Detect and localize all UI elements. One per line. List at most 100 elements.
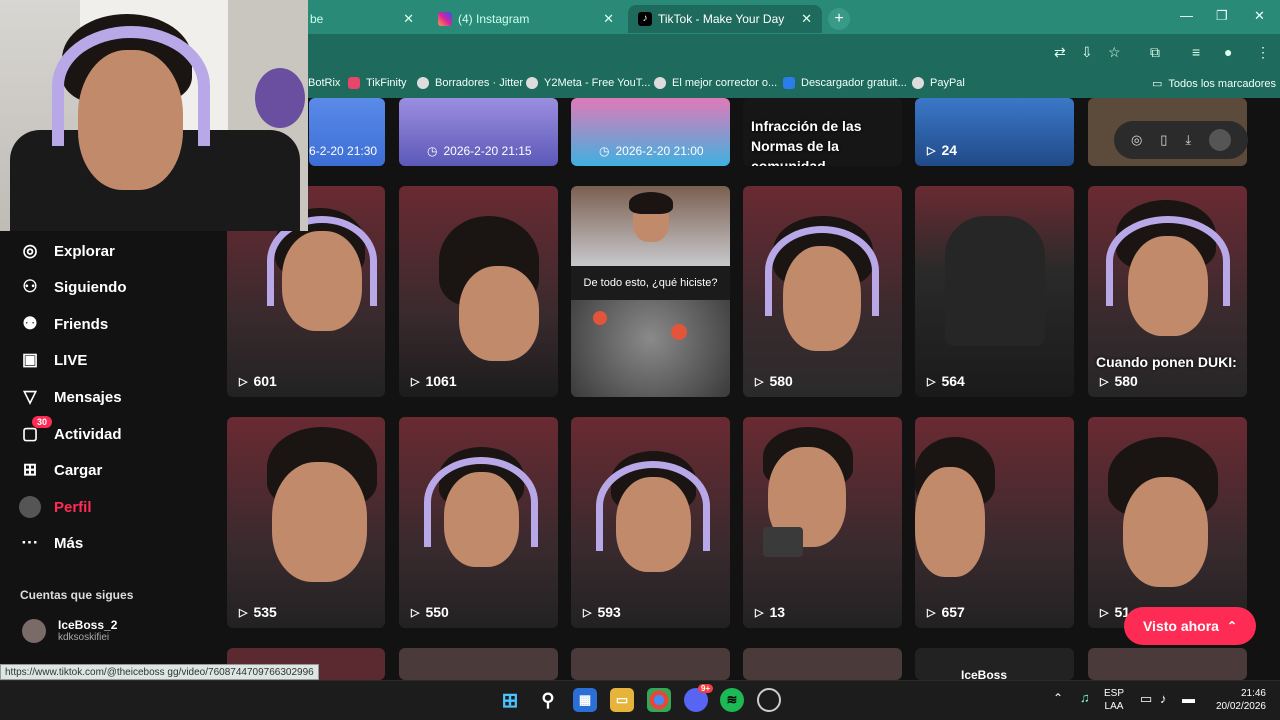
discord-icon[interactable]: 9+ — [684, 684, 714, 712]
video-thumb[interactable]: Cuando ponen DUKI: ▷ 580 — [1088, 186, 1247, 397]
video-thumb[interactable] — [1088, 648, 1247, 680]
video-thumb[interactable]: ▷ 535 — [227, 417, 385, 628]
bookmark-corrector[interactable]: El mejor corrector o... — [654, 77, 777, 89]
video-preview-popup[interactable]: De todo esto, ¿qué hiciste? ▷2756 — [571, 186, 730, 397]
restore-icon[interactable]: ❐ — [1216, 8, 1228, 24]
video-thumb[interactable]: ▷ 51 — [1088, 417, 1247, 628]
minimize-icon[interactable]: — — [1180, 8, 1193, 23]
gengar-figure — [255, 68, 305, 128]
store-icon[interactable]: ▦ — [573, 688, 597, 712]
messages-icon: ▽ — [23, 387, 37, 406]
view-count: ▷ 1061 — [411, 373, 457, 389]
video-thumb[interactable]: ▷ 580 — [743, 186, 902, 397]
network-icon[interactable]: ▭ — [1140, 692, 1152, 705]
video-date: 2026-2-20 21:30 — [309, 144, 378, 158]
profile-icon[interactable]: ● — [1224, 44, 1232, 60]
sidebar-item-live[interactable]: ▣ LIVE — [18, 345, 87, 375]
video-thumb[interactable]: ▷ 550 — [399, 417, 558, 628]
avatar — [22, 618, 46, 643]
video-thumb[interactable]: ▷ 593 — [571, 417, 730, 628]
view-count: ▷ 593 — [583, 604, 621, 620]
video-thumb[interactable] — [743, 648, 902, 680]
view-count: ▷ 535 — [239, 604, 277, 620]
video-thumb[interactable]: ◷ 2026-2-20 21:00 — [571, 98, 730, 166]
clock[interactable]: 21:46 20/02/2026 — [1208, 687, 1266, 713]
star-icon[interactable]: ☆ — [1108, 44, 1121, 61]
play-icon: ▷ — [239, 375, 248, 388]
video-thumb[interactable]: ▷ 24 — [915, 98, 1074, 166]
spotify-icon[interactable]: ≋ — [720, 688, 744, 712]
chevron-up-icon[interactable]: ⌃ — [1053, 692, 1063, 705]
tab-tiktok[interactable]: ♪ TikTok - Make Your Day ✕ — [628, 5, 822, 33]
instagram-icon — [438, 12, 452, 26]
play-icon: ▷ — [927, 375, 936, 388]
video-thumb[interactable]: ▷ 564 — [915, 186, 1074, 397]
floating-toolbar: ◎ ▯ ⤓ — [1114, 121, 1248, 159]
view-count: ▷ 24 — [927, 142, 958, 158]
bookmark-tikfinity[interactable]: TikFinity — [348, 77, 407, 89]
obs-icon[interactable] — [757, 688, 781, 712]
bookmark-descargador[interactable]: Descargador gratuit... — [783, 77, 907, 89]
sidebar-item-friends[interactable]: ⚉ Friends — [18, 309, 108, 339]
sidebar-item-cargar[interactable]: ⊞ Cargar — [18, 455, 102, 485]
clock-icon: ◷ — [427, 144, 438, 158]
video-thumb[interactable] — [399, 648, 558, 680]
tab-label: TikTok - Make Your Day — [658, 12, 785, 26]
bookmark-y2meta[interactable]: Y2Meta - Free YouT... — [526, 77, 650, 89]
extensions-icon[interactable]: ⧉ — [1150, 44, 1160, 61]
search-icon[interactable]: ⚲ — [536, 688, 560, 712]
device-icon[interactable]: ▯ — [1160, 132, 1167, 148]
video-thumb[interactable]: ◷ 2026-2-20 21:15 — [399, 98, 558, 166]
translate-icon[interactable]: ⇄ — [1054, 44, 1066, 61]
tab-youtube[interactable]: be ✕ — [300, 5, 424, 33]
new-tab-button[interactable]: + — [828, 8, 850, 30]
play-icon: ▷ — [927, 144, 936, 157]
close-icon[interactable]: ✕ — [603, 11, 614, 27]
bookmark-paypal[interactable]: PayPal — [912, 77, 965, 89]
sidebar-item-perfil[interactable]: Perfil — [18, 492, 92, 522]
globe-icon — [654, 77, 666, 89]
tab-instagram[interactable]: (4) Instagram ✕ — [428, 5, 624, 33]
media-icon[interactable]: ≡ — [1192, 44, 1200, 60]
avatar[interactable] — [1209, 129, 1232, 151]
bookmark-botrix[interactable]: BotRix — [308, 77, 340, 89]
video-thumb-restricted[interactable]: Infracción de las Normas de la comunidad — [743, 98, 902, 166]
file-explorer-icon[interactable]: ▭ — [610, 688, 634, 712]
microphone-icon[interactable]: ♫ — [1080, 691, 1090, 704]
menu-icon[interactable]: ⋮ — [1256, 44, 1270, 61]
battery-icon[interactable]: ▬ — [1182, 692, 1195, 705]
install-icon[interactable]: ⇩ — [1081, 44, 1093, 61]
globe-icon — [912, 77, 924, 89]
close-icon[interactable]: ✕ — [801, 11, 812, 27]
video-thumb[interactable] — [571, 648, 730, 680]
language-indicator[interactable]: ESP LAA — [1104, 687, 1124, 713]
sidebar-item-siguiendo[interactable]: ⚇ Siguiendo — [18, 272, 126, 302]
more-icon: ··· — [21, 533, 39, 552]
video-thumb[interactable]: ▷ 657 — [915, 417, 1074, 628]
video-thumb[interactable]: 2026-2-20 21:30 — [309, 98, 385, 166]
play-icon: ▷ — [411, 375, 420, 388]
visto-ahora-button[interactable]: Visto ahora ⌃ — [1124, 607, 1256, 645]
sidebar-item-mensajes[interactable]: ▽ Mensajes — [18, 382, 121, 412]
close-window-icon[interactable]: ✕ — [1254, 8, 1265, 24]
bookmark-jitter[interactable]: Borradores · Jitter — [417, 77, 523, 89]
close-icon[interactable]: ✕ — [403, 11, 414, 27]
video-thumb[interactable]: IceBoss — [915, 648, 1074, 680]
download-icon[interactable]: ⤓ — [1185, 132, 1191, 148]
sidebar-item-explorar[interactable]: ◎ Explorar — [18, 236, 115, 266]
volume-icon[interactable]: ♪ — [1160, 692, 1167, 705]
view-count: ▷ 657 — [927, 604, 965, 620]
chrome-icon[interactable] — [647, 688, 671, 712]
friends-icon: ⚉ — [22, 314, 38, 333]
clock-icon: ◷ — [599, 144, 610, 158]
video-thumb[interactable]: ▷ 1061 — [399, 186, 558, 397]
sidebar-item-mas[interactable]: ··· Más — [18, 528, 84, 558]
sidebar-item-actividad[interactable]: ▢ 30 Actividad — [18, 416, 122, 449]
view-count: ▷ 13 — [755, 604, 786, 620]
windows-start-icon[interactable]: ⊞ — [498, 688, 522, 712]
video-thumb[interactable]: ▷ 13 — [743, 417, 902, 628]
sync-icon[interactable]: ◎ — [1131, 132, 1142, 148]
globe-icon — [526, 77, 538, 89]
followed-account[interactable]: IceBoss_2 kdksoskifiei — [22, 618, 117, 643]
all-bookmarks[interactable]: ▭ Todos los marcadores — [1152, 77, 1276, 91]
